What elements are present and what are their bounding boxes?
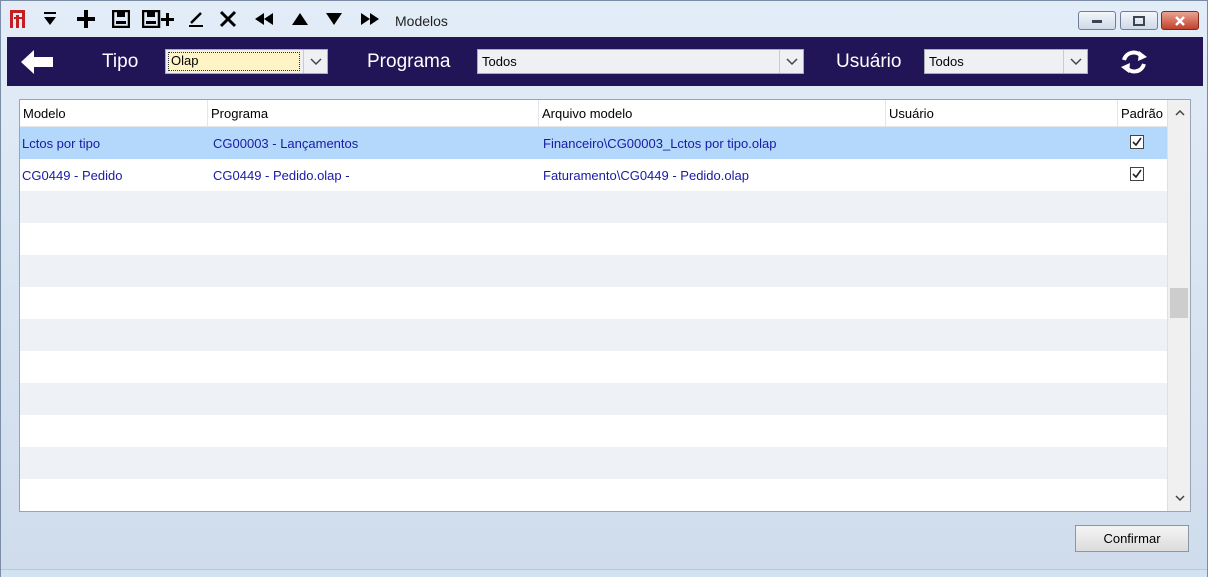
empty-row bbox=[20, 319, 1167, 351]
maximize-button[interactable] bbox=[1120, 11, 1158, 30]
programa-label: Programa bbox=[367, 51, 451, 72]
back-arrow-icon[interactable] bbox=[19, 47, 55, 77]
usuario-label: Usuário bbox=[836, 51, 902, 72]
padrao-checkbox[interactable] bbox=[1130, 135, 1144, 149]
empty-row bbox=[20, 191, 1167, 223]
tipo-value: Olap bbox=[168, 52, 300, 71]
tipo-label: Tipo bbox=[102, 51, 139, 72]
empty-row bbox=[20, 351, 1167, 383]
programa-select[interactable]: Todos bbox=[477, 49, 804, 74]
add-icon[interactable] bbox=[73, 7, 99, 31]
usuario-select[interactable]: Todos bbox=[924, 49, 1088, 74]
table-row[interactable]: CG0449 - Pedido CG0449 - Pedido.olap - F… bbox=[20, 159, 1167, 191]
bottom-border bbox=[1, 569, 1207, 577]
filter-down-icon[interactable] bbox=[37, 7, 63, 31]
confirm-button[interactable]: Confirmar bbox=[1075, 525, 1189, 552]
column-header-usuario[interactable]: Usuário bbox=[886, 100, 1118, 127]
cell-arquivo-modelo: Financeiro\CG00003_Lctos por tipo.olap bbox=[543, 136, 777, 151]
column-header-modelo[interactable]: Modelo bbox=[20, 100, 208, 127]
cell-modelo: Lctos por tipo bbox=[22, 136, 101, 151]
usuario-value: Todos bbox=[929, 54, 964, 69]
refresh-icon[interactable] bbox=[1119, 49, 1149, 75]
empty-row bbox=[20, 255, 1167, 287]
cell-modelo: CG0449 - Pedido bbox=[22, 168, 123, 183]
cell-programa: CG0449 - Pedido.olap - bbox=[213, 168, 350, 183]
filter-bar: Tipo Olap Programa Todos Usuário Todos bbox=[7, 37, 1203, 86]
next-record-icon[interactable] bbox=[321, 7, 347, 31]
close-button[interactable] bbox=[1161, 11, 1199, 30]
models-grid: Modelo Programa Arquivo modelo Usuário P… bbox=[19, 99, 1191, 512]
empty-row bbox=[20, 223, 1167, 255]
last-record-icon[interactable] bbox=[357, 7, 383, 31]
app-logo-icon[interactable] bbox=[5, 7, 31, 31]
window-title: Modelos bbox=[395, 13, 448, 29]
delete-icon[interactable] bbox=[215, 7, 241, 31]
grid-rows: Lctos por tipo CG00003 - Lançamentos Fin… bbox=[20, 127, 1167, 511]
chevron-down-icon[interactable] bbox=[1063, 50, 1087, 73]
save-new-icon[interactable] bbox=[141, 7, 177, 31]
cell-programa: CG00003 - Lançamentos bbox=[213, 136, 359, 151]
save-icon[interactable] bbox=[108, 7, 134, 31]
previous-record-icon[interactable] bbox=[287, 7, 313, 31]
column-header-padrao[interactable]: Padrão bbox=[1118, 100, 1167, 127]
minimize-button[interactable] bbox=[1078, 11, 1116, 30]
scroll-up-icon[interactable] bbox=[1168, 103, 1190, 123]
scroll-down-icon[interactable] bbox=[1168, 488, 1190, 508]
padrao-checkbox[interactable] bbox=[1130, 167, 1144, 181]
empty-row bbox=[20, 383, 1167, 415]
chevron-down-icon[interactable] bbox=[779, 50, 803, 73]
table-row[interactable]: Lctos por tipo CG00003 - Lançamentos Fin… bbox=[20, 127, 1167, 159]
empty-row bbox=[20, 447, 1167, 479]
modelos-window: Modelos Tipo Olap Programa Todos Usuário… bbox=[0, 0, 1208, 577]
cell-arquivo-modelo: Faturamento\CG0449 - Pedido.olap bbox=[543, 168, 749, 183]
column-header-programa[interactable]: Programa bbox=[208, 100, 539, 127]
vertical-scrollbar[interactable] bbox=[1167, 100, 1190, 511]
empty-row bbox=[20, 479, 1167, 511]
tipo-select[interactable]: Olap bbox=[165, 49, 328, 74]
grid-header: Modelo Programa Arquivo modelo Usuário P… bbox=[20, 100, 1167, 127]
first-record-icon[interactable] bbox=[251, 7, 277, 31]
programa-value: Todos bbox=[482, 54, 517, 69]
chevron-down-icon[interactable] bbox=[303, 50, 327, 73]
edit-icon[interactable] bbox=[183, 7, 209, 31]
title-bar: Modelos bbox=[1, 1, 1207, 37]
column-header-arquivo-modelo[interactable]: Arquivo modelo bbox=[539, 100, 886, 127]
scrollbar-thumb[interactable] bbox=[1170, 288, 1188, 318]
empty-row bbox=[20, 415, 1167, 447]
empty-row bbox=[20, 287, 1167, 319]
